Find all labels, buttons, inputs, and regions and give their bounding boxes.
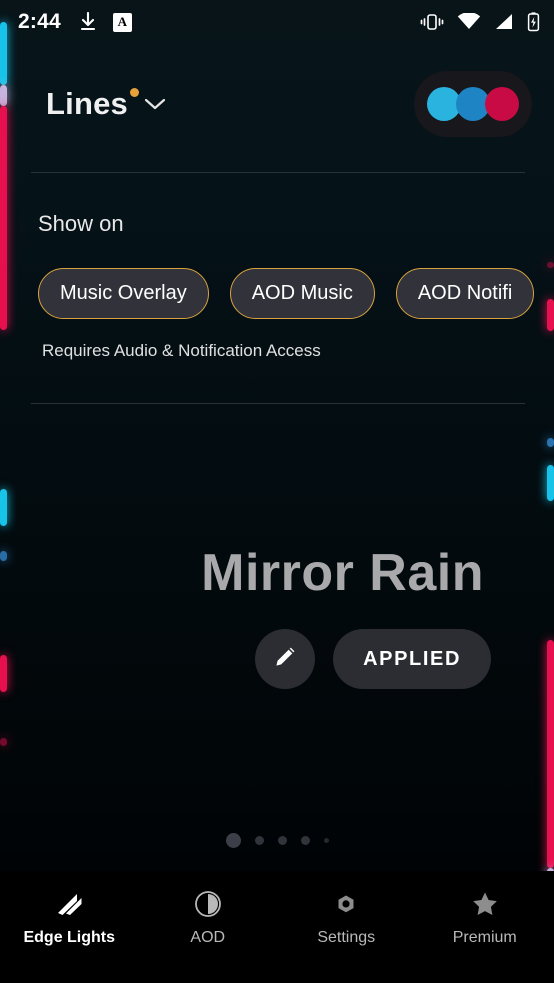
- status-clock: 2:44: [18, 10, 61, 33]
- edge-light-segment-right-1: [547, 262, 554, 268]
- nav-item-aod[interactable]: AOD: [139, 889, 278, 947]
- edge-light-segment-right-2: [547, 299, 554, 331]
- page-dot-active[interactable]: [225, 833, 241, 848]
- signal-icon: [494, 13, 514, 31]
- status-bar: 2:44 A: [0, 0, 554, 44]
- requires-access-note: Requires Audio & Notification Access: [42, 341, 321, 360]
- show-on-chip-row: Music Overlay AOD Music AOD Notifi: [38, 268, 535, 319]
- show-on-label: Show on: [38, 211, 124, 236]
- divider-top: [31, 172, 525, 173]
- vibrate-icon: [420, 13, 444, 31]
- chip-music-overlay[interactable]: Music Overlay: [38, 268, 209, 319]
- preset-badge-dot: [129, 88, 139, 97]
- star-icon: [470, 889, 500, 919]
- gear-icon: [331, 889, 361, 919]
- nav-label-aod: AOD: [190, 929, 226, 946]
- chip-aod-notification[interactable]: AOD Notifi: [395, 268, 535, 319]
- edge-lights-icon: [52, 889, 86, 919]
- status-right-icons: [420, 12, 540, 32]
- app-screen: 2:44 A Lines Show on Music Overlay AOD M…: [0, 0, 554, 983]
- status-left-icons: A: [79, 12, 132, 32]
- nav-item-edge-lights[interactable]: Edge Lights: [0, 889, 139, 947]
- edge-light-segment-right-3: [547, 438, 554, 447]
- preset-selector[interactable]: Lines: [46, 86, 166, 122]
- theme-actions: APPLIED: [255, 629, 491, 689]
- page-dot[interactable]: [277, 836, 287, 845]
- applied-button[interactable]: APPLIED: [333, 629, 491, 689]
- page-dot[interactable]: [323, 838, 329, 843]
- nav-label-premium: Premium: [452, 929, 517, 946]
- pencil-icon: [272, 644, 298, 675]
- theme-title: Mirror Rain: [201, 544, 484, 602]
- app-letter-badge: A: [112, 12, 132, 32]
- nav-label-settings: Settings: [317, 929, 376, 946]
- edge-light-segment-left-6: [0, 655, 7, 692]
- page-title: Lines: [46, 86, 128, 121]
- nav-item-premium[interactable]: Premium: [416, 889, 554, 947]
- preset-name-wrap: Lines: [46, 86, 139, 122]
- chevron-down-icon[interactable]: [144, 97, 166, 111]
- edge-light-segment-left-5: [0, 551, 7, 561]
- page-dot[interactable]: [300, 836, 310, 845]
- edge-light-segment-right-4: [547, 465, 554, 501]
- page-indicator: [0, 833, 554, 848]
- swatch-dot-3: [485, 87, 519, 121]
- nav-item-settings[interactable]: Settings: [277, 889, 416, 947]
- color-swatch-button[interactable]: [414, 71, 532, 137]
- page-dot[interactable]: [254, 836, 264, 845]
- edge-light-segment-left-4: [0, 489, 7, 526]
- bottom-navigation: Edge Lights AOD Settings Premium: [0, 871, 554, 983]
- edge-light-segment-left-7: [0, 738, 7, 746]
- battery-charging-icon: [527, 12, 540, 32]
- divider-bottom: [31, 403, 525, 404]
- aod-clock-icon: [193, 889, 223, 919]
- edit-theme-button[interactable]: [255, 629, 316, 689]
- nav-label-edge-lights: Edge Lights: [23, 929, 116, 946]
- chip-aod-music[interactable]: AOD Music: [229, 268, 375, 319]
- wifi-icon: [457, 13, 481, 31]
- header: Lines: [0, 66, 554, 142]
- download-icon: [79, 12, 97, 32]
